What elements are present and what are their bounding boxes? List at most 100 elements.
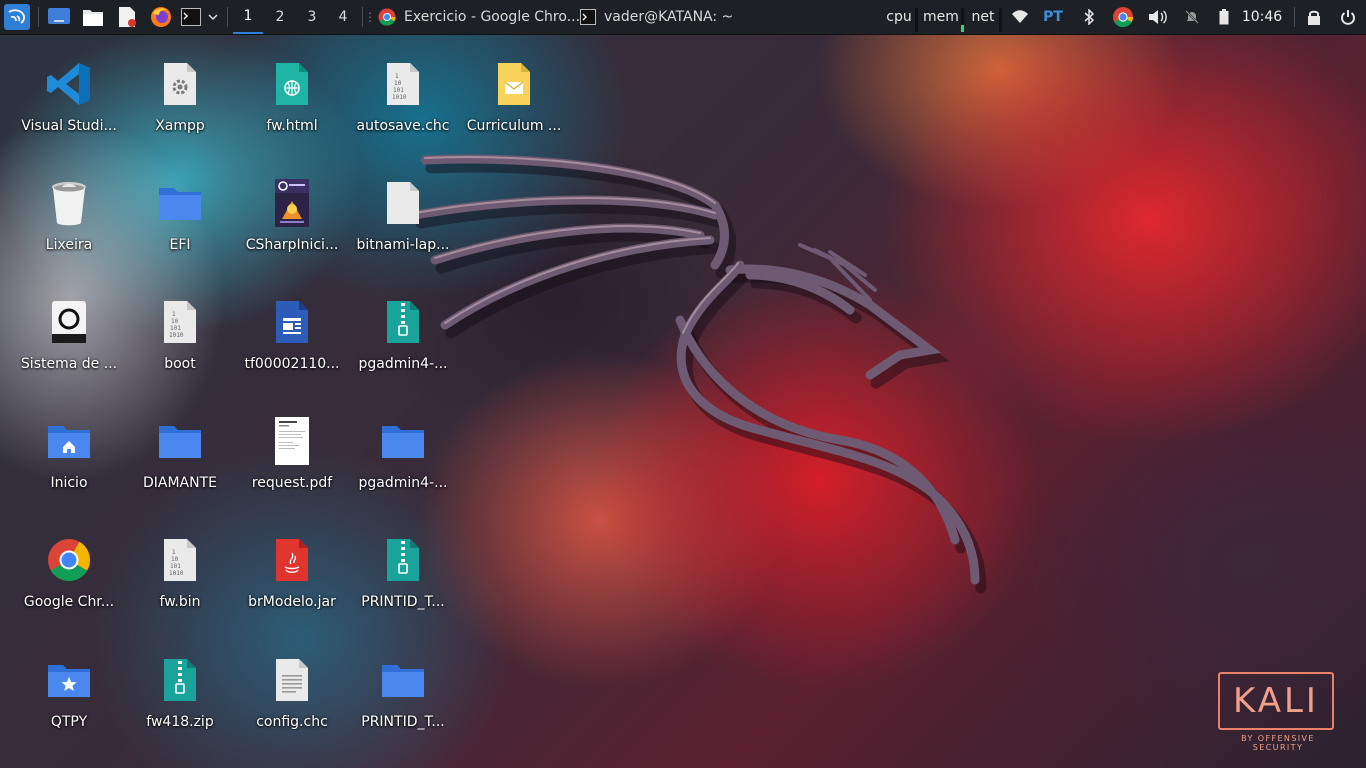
desktop-icon-autosave[interactable]: 1 10 101 1010 autosave.chc	[351, 56, 455, 156]
task-terminal-label: vader@KATANA: ~	[604, 9, 734, 25]
mem-monitor[interactable]: mem	[922, 0, 960, 34]
chrome-icon	[378, 8, 396, 26]
desktop-icon-pgadmin-archive[interactable]: pgadmin4-...	[351, 294, 455, 394]
drive-icon	[45, 298, 93, 346]
cpu-meter	[915, 8, 918, 32]
firefox-icon	[151, 7, 171, 27]
desktop-icon-boot[interactable]: 1 10 101 1010 boot	[128, 294, 232, 394]
binary-file-icon: 1 10 101 1010	[156, 298, 204, 346]
home-folder-icon	[45, 417, 93, 465]
html-file-icon	[268, 60, 316, 108]
word-file-icon	[268, 298, 316, 346]
net-monitor[interactable]: net	[968, 0, 998, 34]
chrome-icon	[1113, 7, 1134, 28]
desktop-icon-request-pdf[interactable]: request.pdf	[240, 413, 344, 513]
java-file-icon	[268, 536, 316, 584]
desktop-icon-brmodelo[interactable]: brModelo.jar	[240, 532, 344, 632]
folder-icon	[379, 417, 427, 465]
mem-meter	[961, 8, 964, 32]
bluetooth-status[interactable]	[1078, 0, 1100, 34]
workspace-3[interactable]: 3	[297, 0, 327, 34]
desktop-icon-google-chrome[interactable]: Google Chr...	[17, 532, 121, 632]
battery-icon	[1219, 9, 1229, 25]
desktop-icon-csharp-book[interactable]: CSharpInici...	[240, 175, 344, 275]
task-terminal-window[interactable]: vader@KATANA: ~	[580, 0, 740, 34]
kali-logo-subtitle: BY OFFENSIVE SECURITY	[1241, 734, 1315, 752]
workspace-4[interactable]: 4	[328, 0, 358, 34]
svg-text:1010: 1010	[392, 94, 407, 101]
zip-file-icon	[379, 298, 427, 346]
kali-dragon-wallpaper	[410, 154, 987, 594]
notifications-off-icon	[1185, 10, 1199, 24]
desktop-icon-curriculum[interactable]: Curriculum ...	[462, 56, 566, 156]
chrome-icon	[45, 536, 93, 584]
desktop-icon-file-system[interactable]: Sistema de ...	[17, 294, 121, 394]
battery-status[interactable]	[1214, 0, 1234, 34]
desktop-icon-config[interactable]: config.chc	[240, 652, 344, 752]
mail-file-icon	[490, 60, 538, 108]
text-editor-icon	[119, 7, 136, 27]
task-chrome-window[interactable]: Exercicio - Google Chro...	[378, 0, 580, 34]
desktop-icon	[48, 8, 70, 24]
text-editor-launcher[interactable]	[114, 0, 140, 34]
desktop-icon-visual-studio[interactable]: Visual Studi...	[17, 56, 121, 156]
clock[interactable]: 10:46	[1240, 0, 1284, 34]
wifi-status[interactable]	[1008, 0, 1032, 34]
notifications-toggle[interactable]	[1180, 0, 1204, 34]
bluetooth-icon	[1084, 9, 1095, 25]
svg-text:10: 10	[171, 318, 179, 325]
net-meter	[999, 8, 1002, 32]
task-chrome-label: Exercicio - Google Chro...	[404, 9, 581, 25]
desktop-icon-diamante[interactable]: DIAMANTE	[128, 413, 232, 513]
workspace-1[interactable]: 1	[233, 0, 263, 34]
desktop-icon-printid-folder[interactable]: PRINTID_T...	[351, 652, 455, 752]
terminal-icon	[580, 9, 596, 25]
desktop-icon-bitnami[interactable]: bitnami-lap...	[351, 175, 455, 275]
desktop-icon-fw418-zip[interactable]: fw418.zip	[128, 652, 232, 752]
desktop-icon-efi[interactable]: EFI	[128, 175, 232, 275]
svg-text:1: 1	[172, 311, 176, 318]
top-panel: 1 2 3 4 ⋮ Exercicio - Google Chro... vad…	[0, 0, 1366, 35]
kali-menu-button[interactable]	[2, 0, 32, 34]
folder-icon	[156, 179, 204, 227]
lock-screen-button[interactable]	[1302, 0, 1326, 34]
desktop-icon-fw-html[interactable]: fw.html	[240, 56, 344, 156]
show-desktop-button[interactable]	[46, 0, 72, 34]
text-file-icon	[268, 656, 316, 704]
desktop-icon-printid-archive[interactable]: PRINTID_T...	[351, 532, 455, 632]
book-cover-icon	[268, 179, 316, 227]
svg-text:1010: 1010	[169, 570, 184, 577]
settings-file-icon	[156, 60, 204, 108]
svg-text:1010: 1010	[169, 332, 184, 339]
power-button[interactable]	[1336, 0, 1360, 34]
launcher-dropdown[interactable]	[204, 0, 222, 34]
firefox-launcher[interactable]	[148, 0, 174, 34]
desktop-icon-home[interactable]: Inicio	[17, 413, 121, 513]
volume-control[interactable]	[1146, 0, 1170, 34]
svg-text:10: 10	[171, 556, 179, 563]
kali-logo: KALI BY OFFENSIVE SECURITY	[1218, 672, 1338, 752]
cpu-monitor[interactable]: cpu	[884, 0, 914, 34]
desktop-icon-pgadmin-folder[interactable]: pgadmin4-...	[351, 413, 455, 513]
terminal-icon	[181, 8, 201, 26]
tasklist-handle[interactable]: ⋮	[364, 0, 376, 34]
kali-logo-text: KALI	[1218, 672, 1334, 730]
lock-icon	[1308, 10, 1320, 25]
desktop-icon-fw-bin[interactable]: 1 10 101 1010 fw.bin	[128, 532, 232, 632]
workspace-2[interactable]: 2	[265, 0, 295, 34]
file-manager-launcher[interactable]	[80, 0, 106, 34]
desktop-icon-trash[interactable]: Lixeira	[17, 175, 121, 275]
blank-file-icon	[379, 179, 427, 227]
power-icon	[1341, 10, 1355, 25]
desktop-icon-tf-document[interactable]: tf00002110...	[240, 294, 344, 394]
svg-text:101: 101	[170, 563, 181, 570]
keyboard-layout[interactable]: PT	[1040, 0, 1066, 34]
zip-file-icon	[379, 536, 427, 584]
star-folder-icon	[45, 656, 93, 704]
chrome-tray[interactable]	[1110, 0, 1136, 34]
pdf-file-icon	[268, 417, 316, 465]
terminal-launcher[interactable]	[180, 0, 202, 34]
folder-icon	[156, 417, 204, 465]
desktop-icon-qtpy[interactable]: QTPY	[17, 652, 121, 752]
desktop-icon-xampp[interactable]: Xampp	[128, 56, 232, 156]
